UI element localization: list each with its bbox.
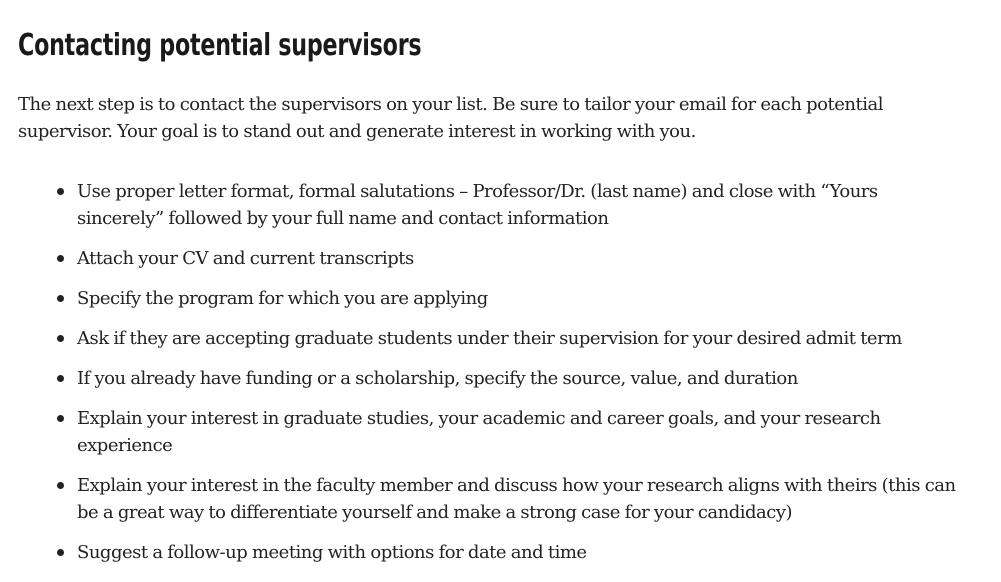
tips-list: Use proper letter format, formal salutat… (18, 178, 958, 579)
list-item-text: Attach your CV and current transcripts (77, 248, 414, 269)
list-item: Ask if they are accepting graduate stude… (18, 325, 958, 352)
page-content: Contacting potential supervisors The nex… (0, 0, 1001, 582)
list-item-text: Explain your interest in graduate studie… (77, 408, 881, 456)
bullet-icon (57, 549, 64, 556)
bullet-icon (57, 295, 64, 302)
list-item: Specify the program for which you are ap… (18, 285, 958, 312)
bullet-icon (57, 255, 64, 262)
bullet-icon (57, 375, 64, 382)
list-item-text: If you already have funding or a scholar… (77, 368, 798, 389)
section-heading: Contacting potential supervisors (18, 28, 422, 63)
list-item: Attach your CV and current transcripts (18, 245, 958, 272)
list-item: Explain your interest in graduate studie… (18, 405, 958, 459)
bullet-icon (57, 335, 64, 342)
bullet-icon (57, 188, 64, 195)
list-item-text: Explain your interest in the faculty mem… (77, 475, 956, 523)
list-item: Explain your interest in the faculty mem… (18, 472, 958, 526)
intro-paragraph: The next step is to contact the supervis… (18, 94, 883, 142)
list-item-text: Suggest a follow-up meeting with options… (77, 542, 587, 563)
list-item: If you already have funding or a scholar… (18, 365, 958, 392)
list-item-text: Specify the program for which you are ap… (77, 288, 488, 309)
list-item-text: Ask if they are accepting graduate stude… (77, 328, 902, 349)
list-item: Suggest a follow-up meeting with options… (18, 539, 958, 566)
list-item: Use proper letter format, formal salutat… (18, 178, 958, 232)
bullet-icon (57, 415, 64, 422)
bullet-icon (57, 482, 64, 489)
list-item-text: Use proper letter format, formal salutat… (77, 181, 878, 229)
